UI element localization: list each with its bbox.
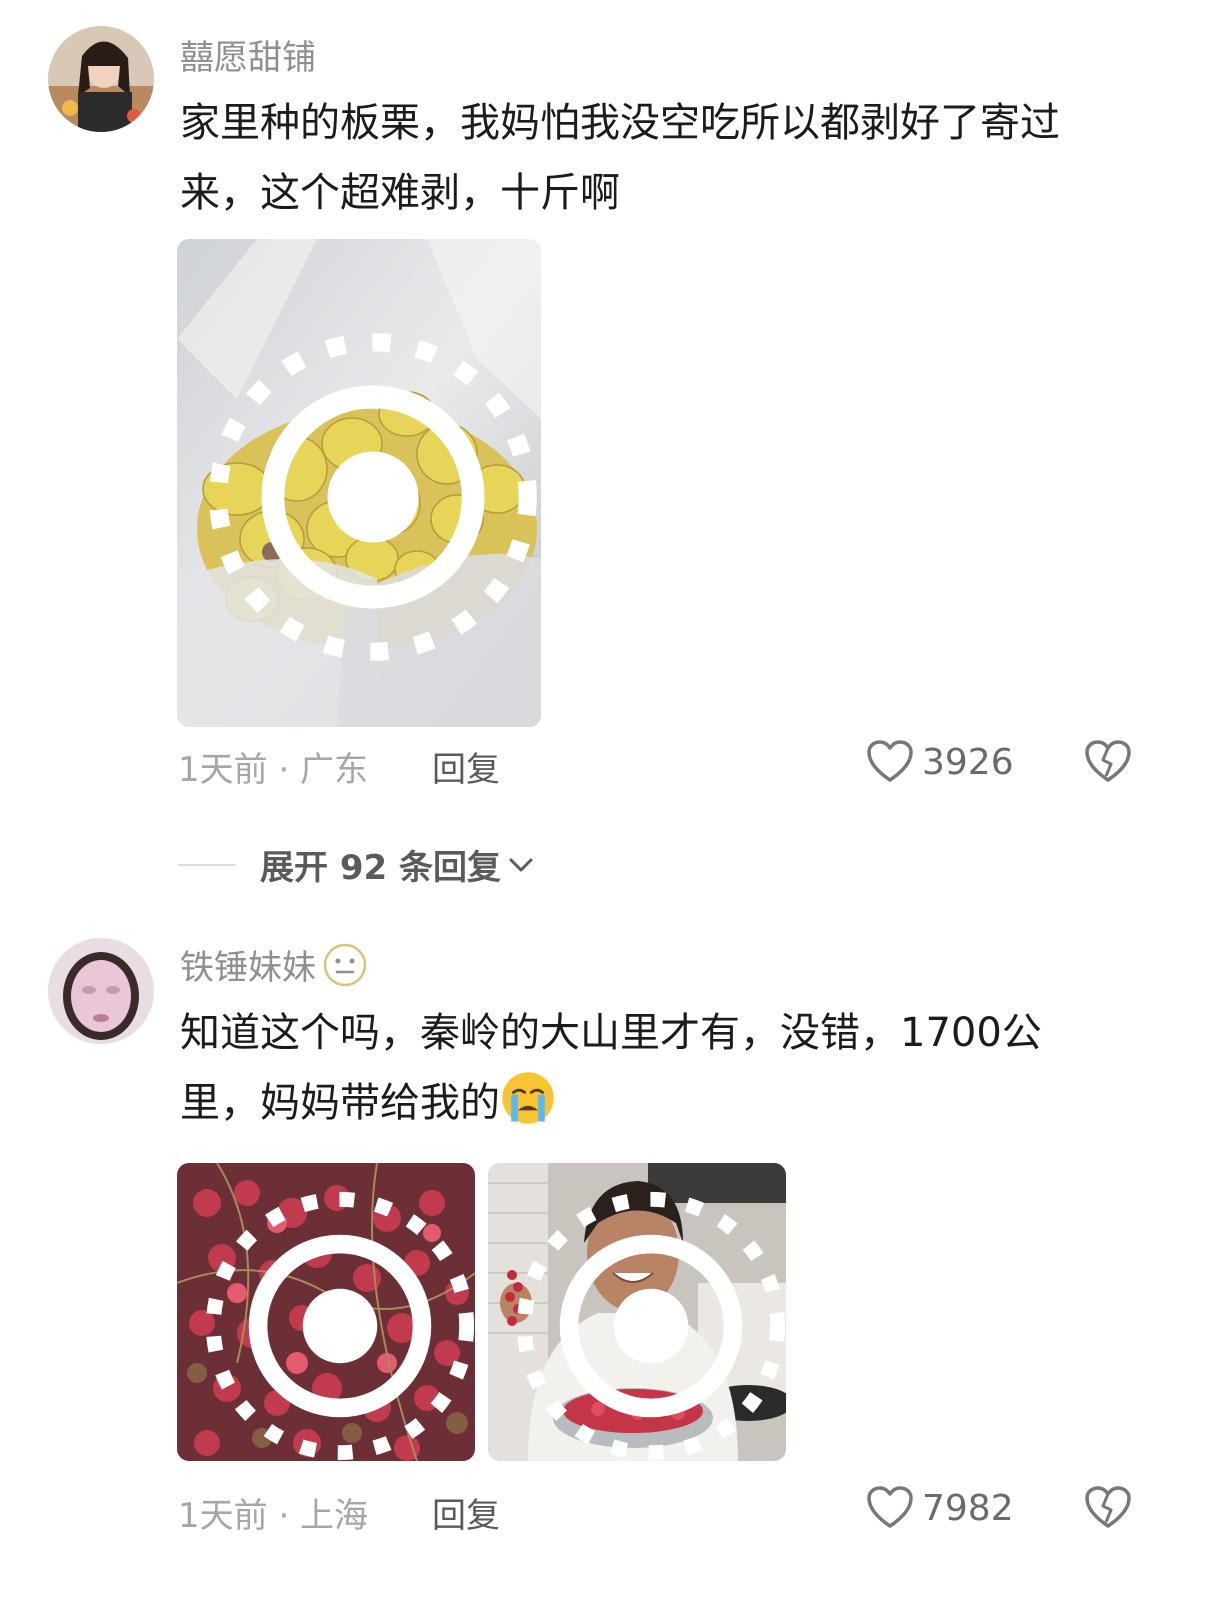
peeled-chestnuts-photo[interactable]	[177, 239, 541, 727]
like-count: 3926	[922, 741, 1014, 783]
reply-button[interactable]: 回复	[432, 1488, 500, 1537]
like-button[interactable]: 3926	[866, 740, 1014, 784]
comment-text: 知道这个吗，秦岭的大山里才有，没错，1700公 里，妈妈带给我的	[180, 1010, 1042, 1126]
live-photo-icon	[209, 333, 537, 661]
avatar[interactable]	[48, 938, 154, 1044]
avatar[interactable]	[48, 26, 154, 132]
crying-face-emoji	[502, 1072, 554, 1124]
like-count: 7982	[922, 1487, 1014, 1529]
comment-text: 家里种的板栗，我妈怕我没空吃所以都剥好了寄过 来，这个超难剥，十斤啊	[180, 100, 1060, 216]
expand-replies-label: 展开 92 条回复	[260, 848, 501, 888]
live-photo-icon	[516, 1191, 786, 1461]
like-button[interactable]: 7982	[866, 1486, 1014, 1530]
mother-holding-berries-photo[interactable]	[488, 1163, 786, 1461]
live-photo-icon	[205, 1191, 475, 1461]
broken-heart-icon[interactable]	[1084, 1486, 1132, 1530]
heart-outline-icon	[867, 1486, 913, 1528]
neutral-face-emoji	[323, 943, 367, 986]
comment-time-location: 1天前 · 上海	[178, 1496, 369, 1536]
username[interactable]: 铁锤妹妹	[180, 940, 368, 989]
chevron-down-icon	[509, 858, 533, 871]
username[interactable]: 囍愿甜铺	[180, 30, 316, 79]
expand-replies-button[interactable]: 展开 92 条回复	[178, 840, 537, 889]
reply-button[interactable]: 回复	[432, 742, 500, 791]
heart-outline-icon	[867, 740, 913, 782]
comment-time-location: 1天前 · 广东	[178, 750, 369, 790]
schisandra-berries-photo[interactable]	[177, 1163, 475, 1461]
broken-heart-icon[interactable]	[1084, 740, 1132, 784]
divider	[178, 863, 236, 866]
